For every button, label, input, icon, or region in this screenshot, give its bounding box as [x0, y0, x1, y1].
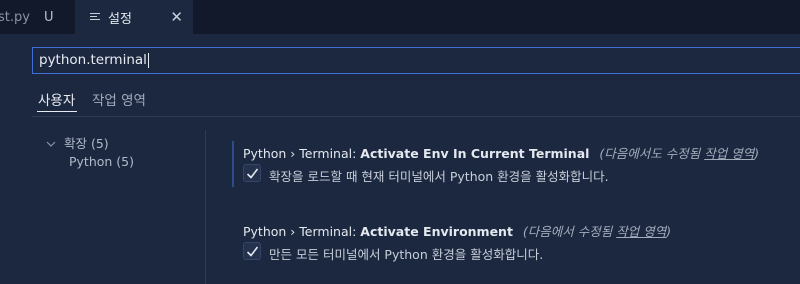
close-icon[interactable]: ✕: [170, 8, 183, 26]
tab-status-badge: U: [43, 9, 54, 25]
tab-label: st.py: [0, 9, 30, 25]
tab-label: 설정: [108, 11, 132, 27]
setting-scope-note: (다음에서도 수정됨 작업 영역): [599, 146, 759, 161]
settings-search-input[interactable]: python.terminal: [32, 47, 800, 74]
setting-name: Activate Env In Current Terminal: [360, 146, 590, 161]
tab-st-py[interactable]: st.py U: [0, 0, 70, 34]
active-scope-indicator: [37, 111, 77, 112]
setting-title: Python › Terminal: Activate Environment …: [243, 221, 671, 240]
text-caret: [147, 52, 149, 68]
scope-suffix: ): [666, 224, 672, 239]
scope-tab-user[interactable]: 사용자: [38, 89, 75, 109]
panel-divider: [205, 130, 206, 284]
tab-settings[interactable]: 설정 ✕: [75, 0, 193, 34]
tree-item-extensions[interactable]: 확장 (5): [46, 133, 109, 152]
scope-workspace-link[interactable]: 작업 영역: [616, 224, 666, 239]
tab-bar: st.py U 설정 ✕: [0, 0, 800, 34]
setting-checkbox[interactable]: [243, 164, 261, 182]
scope-tab-workspace[interactable]: 작업 영역: [92, 89, 146, 109]
tree-item-label: 확장 (5): [64, 136, 109, 151]
setting-title: Python › Terminal: Activate Env In Curre…: [243, 143, 759, 162]
search-value: python.terminal: [39, 52, 147, 68]
setting-name: Activate Environment: [360, 224, 513, 239]
scope-suffix: ): [754, 146, 760, 161]
settings-lines-icon: [90, 12, 100, 22]
setting-category: Python › Terminal:: [243, 224, 361, 239]
check-icon: [246, 168, 259, 179]
setting-description: 만든 모든 터미널에서 Python 환경을 활성화합니다.: [269, 247, 544, 262]
focused-setting-indicator: [232, 141, 234, 187]
chevron-down-icon: [46, 140, 56, 151]
scope-prefix: (다음에서 수정됨: [522, 224, 617, 239]
setting-category: Python › Terminal:: [243, 146, 361, 161]
scope-workspace-link[interactable]: 작업 영역: [704, 146, 754, 161]
setting-description: 확장을 로드할 때 현재 터미널에서 Python 환경을 활성화합니다.: [269, 169, 609, 184]
check-icon: [246, 246, 259, 257]
divider: [32, 116, 800, 117]
scope-prefix: (다음에서도 수정됨: [599, 146, 705, 161]
setting-scope-note: (다음에서 수정됨 작업 영역): [523, 224, 671, 239]
setting-checkbox[interactable]: [243, 242, 261, 260]
tree-item-python[interactable]: Python (5): [69, 154, 134, 169]
tree-item-label: Python (5): [69, 154, 135, 169]
